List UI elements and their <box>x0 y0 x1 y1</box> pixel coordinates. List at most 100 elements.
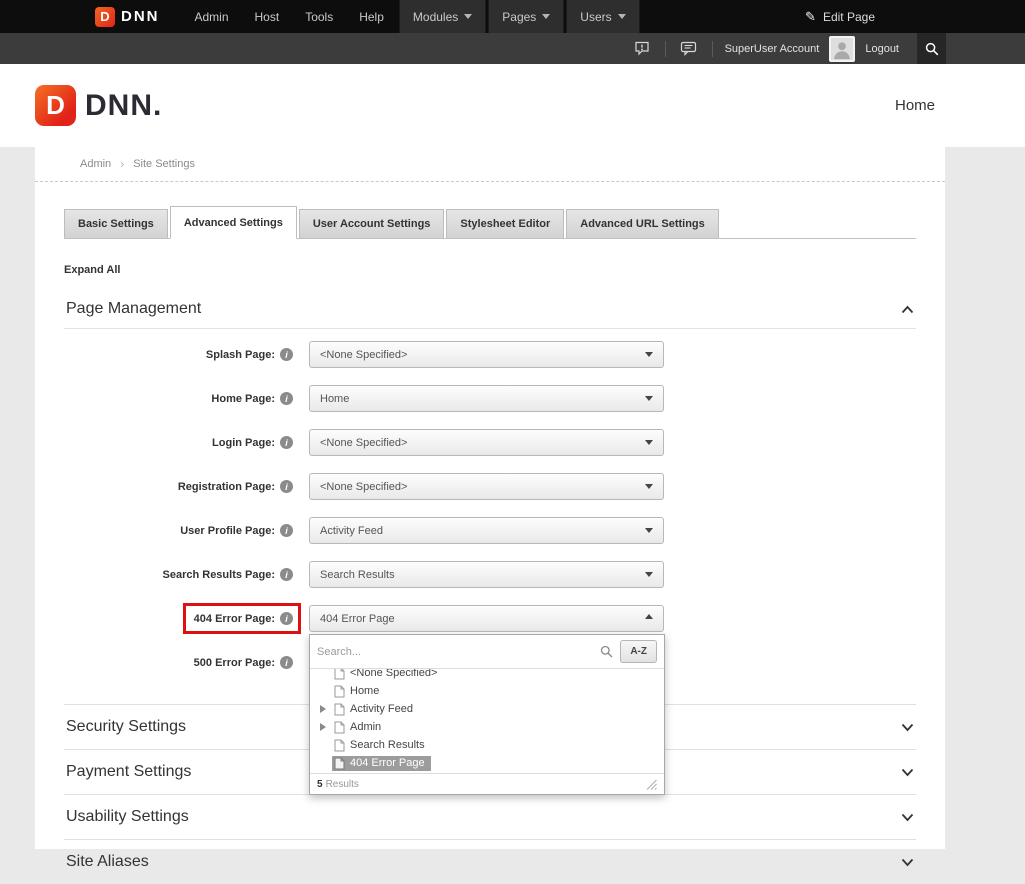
results-label: Results <box>326 779 359 790</box>
form-row-registration-page: Registration Page: <None Specified> <box>64 473 945 500</box>
topbar-menu: Admin Host Tools Help Modules Pages User… <box>182 0 640 33</box>
dnn-logo-text: DNN <box>121 8 160 25</box>
pencil-icon: ✎ <box>805 9 816 25</box>
top-control-bar: D DNN Admin Host Tools Help Modules Page… <box>0 0 1025 33</box>
resize-grip-icon[interactable] <box>645 778 657 790</box>
page-icon <box>334 721 345 734</box>
picker-item-home[interactable]: Home <box>310 682 664 700</box>
home-page-select[interactable]: Home <box>309 385 664 412</box>
form-row-login-page: Login Page: <None Specified> <box>64 429 945 456</box>
divider <box>665 41 666 57</box>
picker-item-label: <None Specified> <box>350 669 437 679</box>
dnn-logo-icon: D <box>95 7 115 27</box>
error-404-page-select[interactable]: 404 Error Page <box>309 605 664 632</box>
edit-page-button[interactable]: ✎ Edit Page <box>805 9 875 25</box>
info-icon[interactable] <box>280 480 293 493</box>
chevron-down-icon <box>901 768 914 777</box>
chevron-down-icon <box>645 572 653 581</box>
picker-item-admin[interactable]: Admin <box>310 718 664 736</box>
dnn-site-logo[interactable]: D DNN. <box>35 85 162 126</box>
divider <box>712 41 713 57</box>
breadcrumb-separator: › <box>120 157 124 171</box>
info-icon[interactable] <box>280 568 293 581</box>
select-value: <None Specified> <box>320 437 407 449</box>
edit-page-label: Edit Page <box>823 10 875 24</box>
menu-item-host[interactable]: Host <box>242 0 293 33</box>
dnn-logo-icon: D <box>35 85 76 126</box>
menu-item-users[interactable]: Users <box>566 0 639 33</box>
menu-item-pages[interactable]: Pages <box>488 0 564 33</box>
info-icon[interactable] <box>280 524 293 537</box>
expand-arrow-icon[interactable] <box>320 705 326 713</box>
breadcrumb-site-settings[interactable]: Site Settings <box>133 158 195 170</box>
info-icon[interactable] <box>280 392 293 405</box>
menu-item-modules[interactable]: Modules <box>399 0 486 33</box>
menu-item-admin[interactable]: Admin <box>182 0 242 33</box>
section-title: Payment Settings <box>66 763 191 781</box>
select-value: Home <box>320 393 349 405</box>
nav-link-home[interactable]: Home <box>895 97 935 114</box>
picker-search-input[interactable] <box>317 641 593 663</box>
picker-item-label: 404 Error Page <box>350 757 425 769</box>
info-icon[interactable] <box>280 612 293 625</box>
menu-item-tools[interactable]: Tools <box>292 0 346 33</box>
form-row-user-profile-page: User Profile Page: Activity Feed <box>64 517 945 544</box>
picker-item-404-error-page[interactable]: 404 Error Page <box>310 754 664 772</box>
breadcrumb-admin[interactable]: Admin <box>80 158 111 170</box>
tab-basic-settings[interactable]: Basic Settings <box>64 209 168 238</box>
site-header: D DNN. Home <box>0 64 1025 147</box>
chevron-down-icon <box>901 813 914 822</box>
messages-icon[interactable] <box>674 33 704 64</box>
chevron-down-icon <box>645 528 653 537</box>
chevron-up-icon <box>901 305 914 314</box>
section-title: Page Management <box>66 300 201 318</box>
search-icon <box>925 42 939 56</box>
breadcrumb: Admin › Site Settings <box>35 147 945 182</box>
notification-bubble-icon[interactable] <box>627 33 657 64</box>
splash-page-select[interactable]: <None Specified> <box>309 341 664 368</box>
login-page-select[interactable]: <None Specified> <box>309 429 664 456</box>
picker-item-none-specified[interactable]: <None Specified> <box>310 669 664 682</box>
user-avatar[interactable] <box>829 36 855 62</box>
picker-item-label: Admin <box>350 721 381 733</box>
superuser-account-link[interactable]: SuperUser Account <box>725 43 820 55</box>
user-profile-page-select[interactable]: Activity Feed <box>309 517 664 544</box>
settings-tab-bar: Basic Settings Advanced Settings User Ac… <box>64 206 916 239</box>
page-management-form: Splash Page: <None Specified> Home Page:… <box>64 329 945 676</box>
chevron-down-icon <box>645 484 653 493</box>
utility-bar: SuperUser Account Logout <box>0 33 1025 64</box>
chevron-down-icon <box>645 396 653 405</box>
section-header-page-management[interactable]: Page Management <box>64 290 916 329</box>
registration-page-select[interactable]: <None Specified> <box>309 473 664 500</box>
search-button[interactable] <box>917 33 946 64</box>
chevron-down-icon <box>901 858 914 867</box>
section-header-usability-settings[interactable]: Usability Settings <box>64 794 916 839</box>
page-picker-dropdown: A-Z <None Specified> <box>309 634 665 795</box>
expand-arrow-icon[interactable] <box>320 723 326 731</box>
logout-link[interactable]: Logout <box>865 43 899 55</box>
menu-item-help[interactable]: Help <box>346 0 397 33</box>
chevron-down-icon <box>645 352 653 361</box>
tab-user-account-settings[interactable]: User Account Settings <box>299 209 445 238</box>
info-icon[interactable] <box>280 656 293 669</box>
expand-all-link[interactable]: Expand All <box>64 264 945 276</box>
picker-item-activity-feed[interactable]: Activity Feed <box>310 700 664 718</box>
chevron-up-icon <box>645 614 653 619</box>
picker-item-label: Activity Feed <box>350 703 413 715</box>
picker-item-search-results[interactable]: Search Results <box>310 736 664 754</box>
search-results-page-select[interactable]: Search Results <box>309 561 664 588</box>
info-icon[interactable] <box>280 436 293 449</box>
dnn-topbar-logo: D DNN <box>95 7 160 27</box>
section-header-site-aliases[interactable]: Site Aliases <box>64 839 916 884</box>
select-value: 404 Error Page <box>320 613 395 625</box>
chevron-down-icon <box>901 723 914 732</box>
picker-page-tree: <None Specified> Home <box>310 669 664 773</box>
info-icon[interactable] <box>280 348 293 361</box>
tab-advanced-url-settings[interactable]: Advanced URL Settings <box>566 209 719 238</box>
field-label: Search Results Page: <box>163 569 276 581</box>
select-value: <None Specified> <box>320 481 407 493</box>
sort-az-button[interactable]: A-Z <box>620 640 657 663</box>
tab-advanced-settings[interactable]: Advanced Settings <box>170 206 297 239</box>
menu-pages-label: Pages <box>502 10 536 24</box>
tab-stylesheet-editor[interactable]: Stylesheet Editor <box>446 209 564 238</box>
